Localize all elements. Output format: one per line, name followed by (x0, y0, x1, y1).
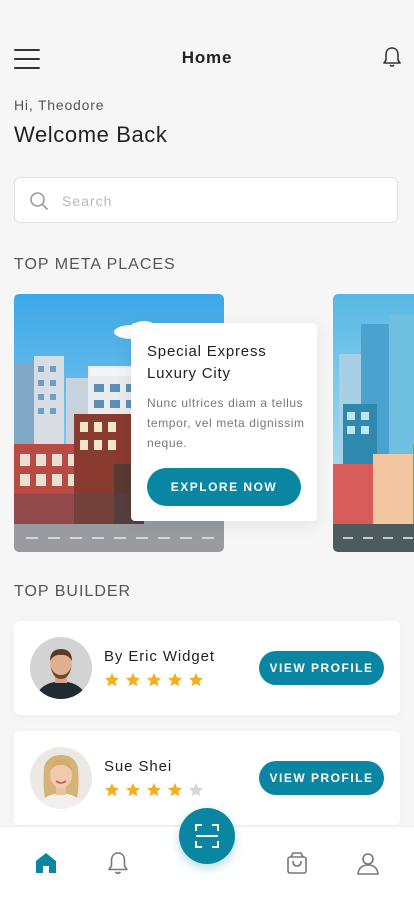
avatar (30, 637, 92, 699)
star-icon (126, 673, 140, 687)
search-input[interactable] (60, 178, 384, 224)
featured-place-title: Special Express Luxury City (147, 343, 267, 382)
star-icon (168, 783, 182, 797)
star-icon (189, 673, 203, 687)
bell-icon[interactable] (105, 850, 131, 876)
search-bar[interactable] (14, 177, 398, 224)
place-card-image-2[interactable] (333, 294, 414, 552)
search-icon (30, 192, 48, 210)
builder-name: Sue Shei (104, 758, 173, 775)
scan-button[interactable] (179, 808, 235, 864)
star-icon (147, 783, 161, 797)
builder-rating (104, 782, 204, 798)
view-profile-button[interactable]: VIEW PROFILE (259, 761, 384, 795)
star-icon (105, 673, 119, 687)
greeting-text: Hi, Theodore (14, 97, 105, 113)
home-icon[interactable] (33, 850, 59, 876)
star-icon (189, 783, 203, 797)
star-icon (147, 673, 161, 687)
scan-icon (195, 824, 219, 848)
builder-card[interactable]: By Eric Widget VIEW PROFILE (14, 621, 400, 715)
view-profile-button[interactable]: VIEW PROFILE (259, 651, 384, 685)
builder-name: By Eric Widget (104, 648, 215, 665)
explore-now-button[interactable]: EXPLORE NOW (147, 468, 301, 506)
featured-place-description: Nunc ultrices diam a tellus tempor, vel … (147, 396, 305, 450)
shopping-bag-icon[interactable] (284, 850, 310, 876)
builder-rating (104, 672, 204, 688)
star-icon (105, 783, 119, 797)
places-section-title: TOP META PLACES (14, 256, 176, 273)
user-icon[interactable] (355, 850, 381, 876)
bell-icon[interactable] (382, 46, 402, 68)
star-icon (126, 783, 140, 797)
avatar (30, 747, 92, 809)
star-icon (168, 673, 182, 687)
page-title: Home (181, 48, 233, 67)
welcome-heading: Welcome Back (14, 122, 168, 147)
featured-place-card: Special Express Luxury City Nunc ultrice… (131, 323, 317, 521)
builders-section-title: TOP BUILDER (14, 583, 132, 600)
